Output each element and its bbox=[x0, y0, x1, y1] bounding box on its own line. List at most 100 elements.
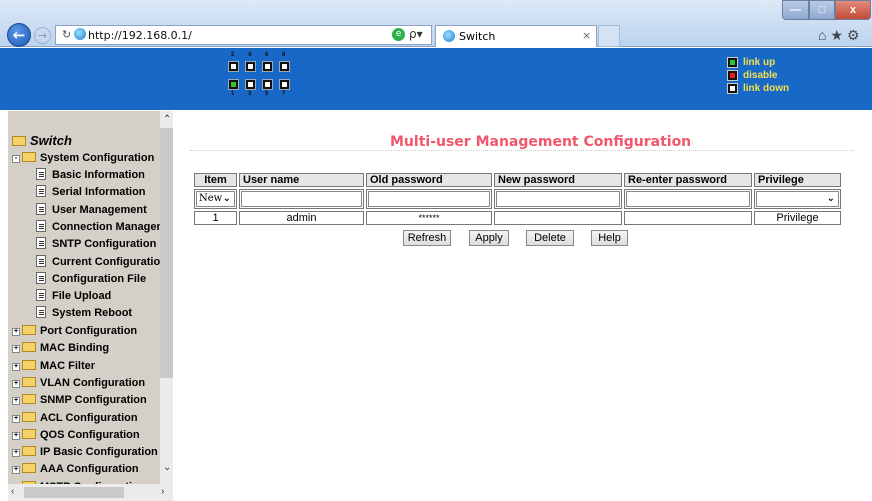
port-1-icon[interactable] bbox=[228, 79, 239, 90]
document-icon bbox=[36, 271, 46, 284]
table-header: Item User name Old password New password… bbox=[194, 173, 841, 187]
close-window-button[interactable]: x bbox=[835, 0, 871, 20]
legend-link-down: link down bbox=[727, 83, 847, 95]
port-7-icon[interactable] bbox=[279, 79, 290, 90]
main-content bbox=[173, 111, 872, 501]
scroll-down-icon[interactable]: ⌄ bbox=[163, 462, 171, 473]
expand-icon[interactable]: + bbox=[12, 362, 20, 371]
expand-icon[interactable]: + bbox=[12, 345, 20, 354]
document-icon bbox=[36, 219, 46, 232]
tree-root-switch[interactable]: Switch bbox=[12, 133, 72, 148]
col-user-name: User name bbox=[239, 173, 364, 187]
url-text[interactable]: http://192.168.0.1/ bbox=[88, 29, 192, 42]
document-icon bbox=[36, 168, 46, 180]
refresh-button[interactable]: Refresh bbox=[403, 230, 451, 246]
sidebar-item-serial-information[interactable]: Serial Information bbox=[36, 184, 146, 200]
table-row[interactable]: 1 admin ****** Privilege bbox=[194, 211, 841, 225]
sidebar-folder-label: MAC Binding bbox=[40, 342, 110, 355]
delete-button[interactable]: Delete bbox=[526, 230, 574, 246]
scroll-right-icon[interactable]: › bbox=[161, 486, 164, 497]
expand-icon[interactable]: + bbox=[12, 414, 20, 423]
sidebar-folder-label: SNMP Configuration bbox=[40, 394, 147, 407]
sidebar-folder-acl-configuration[interactable]: + ACL Configuration bbox=[12, 410, 138, 426]
col-reenter-password: Re-enter password bbox=[624, 173, 752, 187]
minimize-button[interactable]: — bbox=[782, 0, 809, 20]
back-arrow-icon: ← bbox=[12, 26, 26, 44]
tab-switch[interactable]: Switch × bbox=[435, 25, 597, 47]
expand-icon[interactable]: + bbox=[12, 466, 20, 475]
sidebar-folder-port-configuration[interactable]: + Port Configuration bbox=[12, 323, 137, 339]
cell-item: 1 bbox=[194, 211, 237, 225]
sidebar-item-label: Configuration File bbox=[52, 272, 147, 285]
apply-button[interactable]: Apply bbox=[469, 230, 509, 246]
port-2-icon[interactable] bbox=[228, 61, 239, 72]
ie-tab-icon bbox=[443, 30, 455, 42]
expand-icon[interactable]: + bbox=[12, 431, 20, 440]
home-favorites-tools-icons[interactable]: ⌂★⚙ bbox=[818, 27, 864, 44]
sidebar-item-sntp-configuration[interactable]: SNTP Configuration bbox=[36, 236, 156, 252]
cell-old-password: ****** bbox=[366, 211, 492, 225]
port-4-icon[interactable] bbox=[245, 61, 256, 72]
table-row-new: New ⌄ ⌄ bbox=[194, 189, 841, 209]
tab-close-icon[interactable]: × bbox=[582, 29, 591, 42]
tree-folder-system-configuration[interactable]: - System Configuration bbox=[12, 150, 154, 166]
address-bar[interactable]: ↻ http://192.168.0.1/ e ρ▾ bbox=[55, 25, 432, 45]
sidebar-item-user-management[interactable]: User Management bbox=[36, 202, 147, 218]
expand-icon[interactable]: + bbox=[12, 397, 20, 406]
sidebar-folder-vlan-configuration[interactable]: + VLAN Configuration bbox=[12, 375, 145, 391]
ie-page-icon bbox=[74, 28, 86, 40]
port-number-label: 6 bbox=[265, 52, 269, 58]
sidebar-folder-ip-basic-configuration[interactable]: + IP Basic Configuration bbox=[12, 444, 158, 460]
old-password-input[interactable] bbox=[368, 191, 490, 207]
collapse-icon[interactable]: - bbox=[12, 155, 20, 163]
document-icon bbox=[36, 289, 46, 302]
user-name-input[interactable] bbox=[241, 191, 362, 207]
port-number-label: 3 bbox=[248, 91, 252, 97]
maximize-button[interactable]: □ bbox=[809, 0, 835, 20]
reenter-password-input[interactable] bbox=[626, 191, 750, 207]
legend-disable: disable bbox=[727, 70, 847, 82]
back-button[interactable]: ← bbox=[7, 23, 31, 47]
sidebar-folder-label: Port Configuration bbox=[40, 325, 138, 337]
sidebar-item-configuration-file[interactable]: Configuration File bbox=[36, 271, 146, 287]
folder-icon bbox=[22, 463, 36, 474]
expand-icon[interactable]: + bbox=[12, 449, 20, 458]
privilege-select[interactable]: ⌄ bbox=[756, 191, 839, 207]
port-6-icon[interactable] bbox=[262, 61, 273, 72]
scroll-left-icon[interactable]: ‹ bbox=[11, 486, 14, 497]
port-8-icon[interactable] bbox=[279, 61, 290, 72]
sidebar-item-system-reboot[interactable]: System Reboot bbox=[36, 305, 132, 321]
forward-button[interactable]: → bbox=[34, 27, 51, 44]
sidebar-folder-mac-filter[interactable]: + MAC Filter bbox=[12, 358, 95, 374]
scroll-up-icon[interactable]: ⌃ bbox=[163, 114, 171, 125]
user-table: Item User name Old password New password… bbox=[192, 171, 843, 227]
sidebar-scroll-thumb[interactable] bbox=[160, 128, 173, 378]
expand-icon[interactable]: + bbox=[12, 328, 20, 336]
port-5-icon[interactable] bbox=[262, 79, 273, 90]
document-icon bbox=[36, 185, 46, 198]
sidebar-folder-mac-binding[interactable]: + MAC Binding bbox=[12, 340, 109, 356]
new-password-input[interactable] bbox=[496, 191, 620, 207]
document-icon bbox=[36, 306, 46, 319]
sidebar-item-basic-information[interactable]: Basic Information bbox=[36, 167, 145, 183]
port-3-icon[interactable] bbox=[245, 79, 256, 90]
sidebar-item-current-configuration[interactable]: Current Configuration bbox=[36, 254, 167, 270]
refresh-icon[interactable]: ↻ bbox=[62, 28, 71, 41]
sidebar-item-label: File Upload bbox=[52, 290, 112, 303]
sidebar-folder-snmp-configuration[interactable]: + SNMP Configuration bbox=[12, 392, 147, 408]
sidebar-folder-qos-configuration[interactable]: + QOS Configuration bbox=[12, 427, 140, 443]
sidebar-item-file-upload[interactable]: File Upload bbox=[36, 288, 111, 304]
item-select[interactable]: New ⌄ bbox=[196, 191, 235, 207]
sidebar-item-label: Current Configuration bbox=[52, 255, 167, 268]
sidebar-folder-label: MAC Filter bbox=[40, 359, 95, 372]
search-dropdown-icon[interactable]: ρ▾ bbox=[409, 27, 423, 41]
sidebar-item-connection-managem[interactable]: Connection Managem bbox=[36, 219, 166, 235]
compatibility-icon[interactable]: e bbox=[392, 28, 405, 41]
new-tab-button[interactable] bbox=[598, 25, 620, 47]
help-button[interactable]: Help bbox=[591, 230, 628, 246]
expand-icon[interactable]: + bbox=[12, 379, 20, 388]
sidebar-folder-aaa-configuration[interactable]: + AAA Configuration bbox=[12, 461, 139, 477]
chevron-down-icon: ⌄ bbox=[222, 193, 231, 204]
port-number-label: 2 bbox=[231, 52, 235, 58]
sidebar-hscroll-thumb[interactable] bbox=[24, 487, 124, 498]
